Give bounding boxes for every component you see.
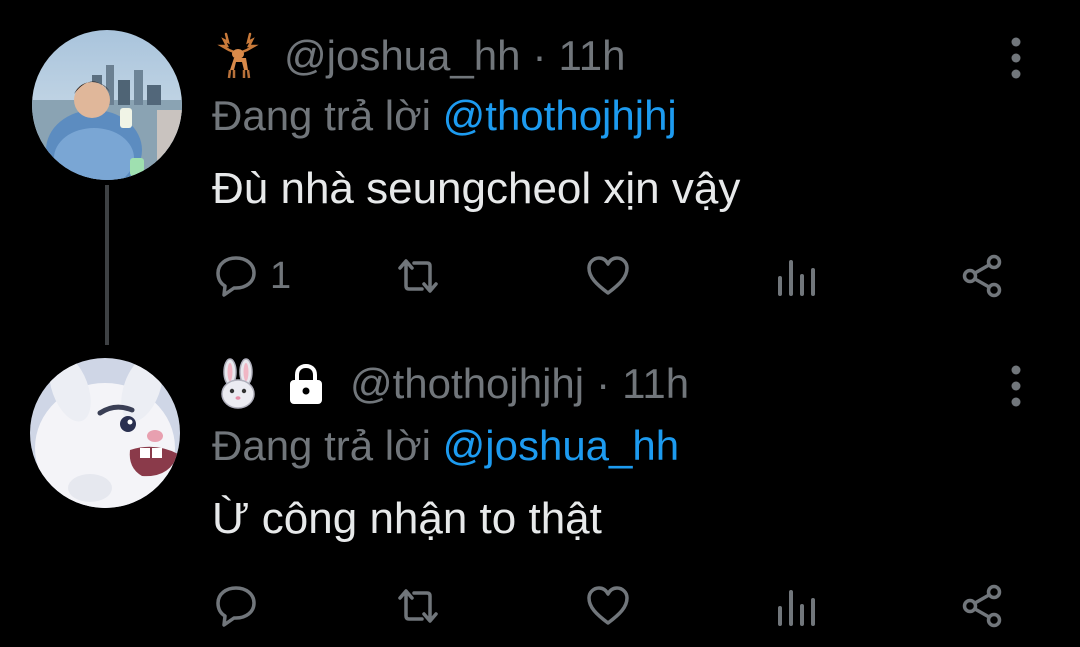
reply-prefix: Đang trả lời (212, 92, 431, 139)
more-options-icon[interactable] (1004, 364, 1028, 408)
user-handle[interactable]: @thothojhjhj (350, 360, 584, 408)
reply-prefix: Đang trả lời (212, 422, 431, 469)
tweet-text: Đù nhà seungcheol xịn vậy (212, 164, 741, 213)
analytics-button[interactable] (772, 246, 820, 306)
tweet[interactable]: @thothojhjhj · 11h Đang trả lời @joshua_… (0, 340, 1080, 647)
avatar-photo (30, 358, 180, 508)
like-button[interactable] (584, 246, 632, 306)
like-button[interactable] (584, 576, 632, 636)
retweet-icon (398, 259, 438, 293)
analytics-icon (778, 260, 815, 296)
retweet-button[interactable] (394, 246, 442, 306)
analytics-icon (778, 590, 815, 626)
tweet-time[interactable]: 11h (622, 360, 689, 408)
retweet-button[interactable] (394, 576, 442, 636)
tweet-time[interactable]: 11h (558, 32, 625, 80)
thread-line (105, 185, 109, 345)
share-button[interactable] (958, 246, 1006, 306)
avatar[interactable] (30, 358, 180, 508)
reply-button[interactable] (212, 576, 270, 636)
share-button[interactable] (958, 576, 1006, 636)
tweet-actions: 1 (212, 246, 1012, 306)
separator: · (532, 32, 547, 79)
retweet-icon (398, 589, 438, 623)
heart-icon (587, 586, 629, 625)
share-icon (962, 254, 1002, 298)
avatar-photo (32, 30, 182, 180)
reply-mention-link[interactable]: @thothojhjhj (443, 92, 677, 139)
more-options-icon[interactable] (1004, 36, 1028, 80)
replying-to: Đang trả lời @joshua_hh (212, 422, 679, 470)
tweet-header: @thothojhjhj · 11h (212, 354, 689, 414)
heart-icon (587, 256, 629, 295)
tweet-header: @joshua_hh · 11h (212, 26, 625, 86)
reply-button[interactable]: 1 (212, 246, 291, 306)
avatar[interactable] (32, 30, 182, 180)
user-handle[interactable]: @joshua_hh (284, 32, 520, 80)
replying-to: Đang trả lời @thothojhjhj (212, 92, 677, 140)
rabbit-emoji-icon (221, 358, 255, 409)
lock-icon (290, 363, 322, 404)
tweet[interactable]: @joshua_hh · 11h Đang trả lời @thothojhj… (0, 0, 1080, 345)
reply-icon (216, 256, 256, 297)
separator: · (596, 360, 611, 407)
share-icon (962, 584, 1002, 628)
reply-count: 1 (270, 254, 292, 297)
deer-emoji-icon (217, 32, 259, 79)
reply-icon (216, 586, 256, 627)
analytics-button[interactable] (772, 576, 820, 636)
reply-mention-link[interactable]: @joshua_hh (443, 422, 679, 469)
tweet-actions (212, 576, 1012, 636)
tweet-text: Ừ công nhận to thật (212, 494, 602, 543)
